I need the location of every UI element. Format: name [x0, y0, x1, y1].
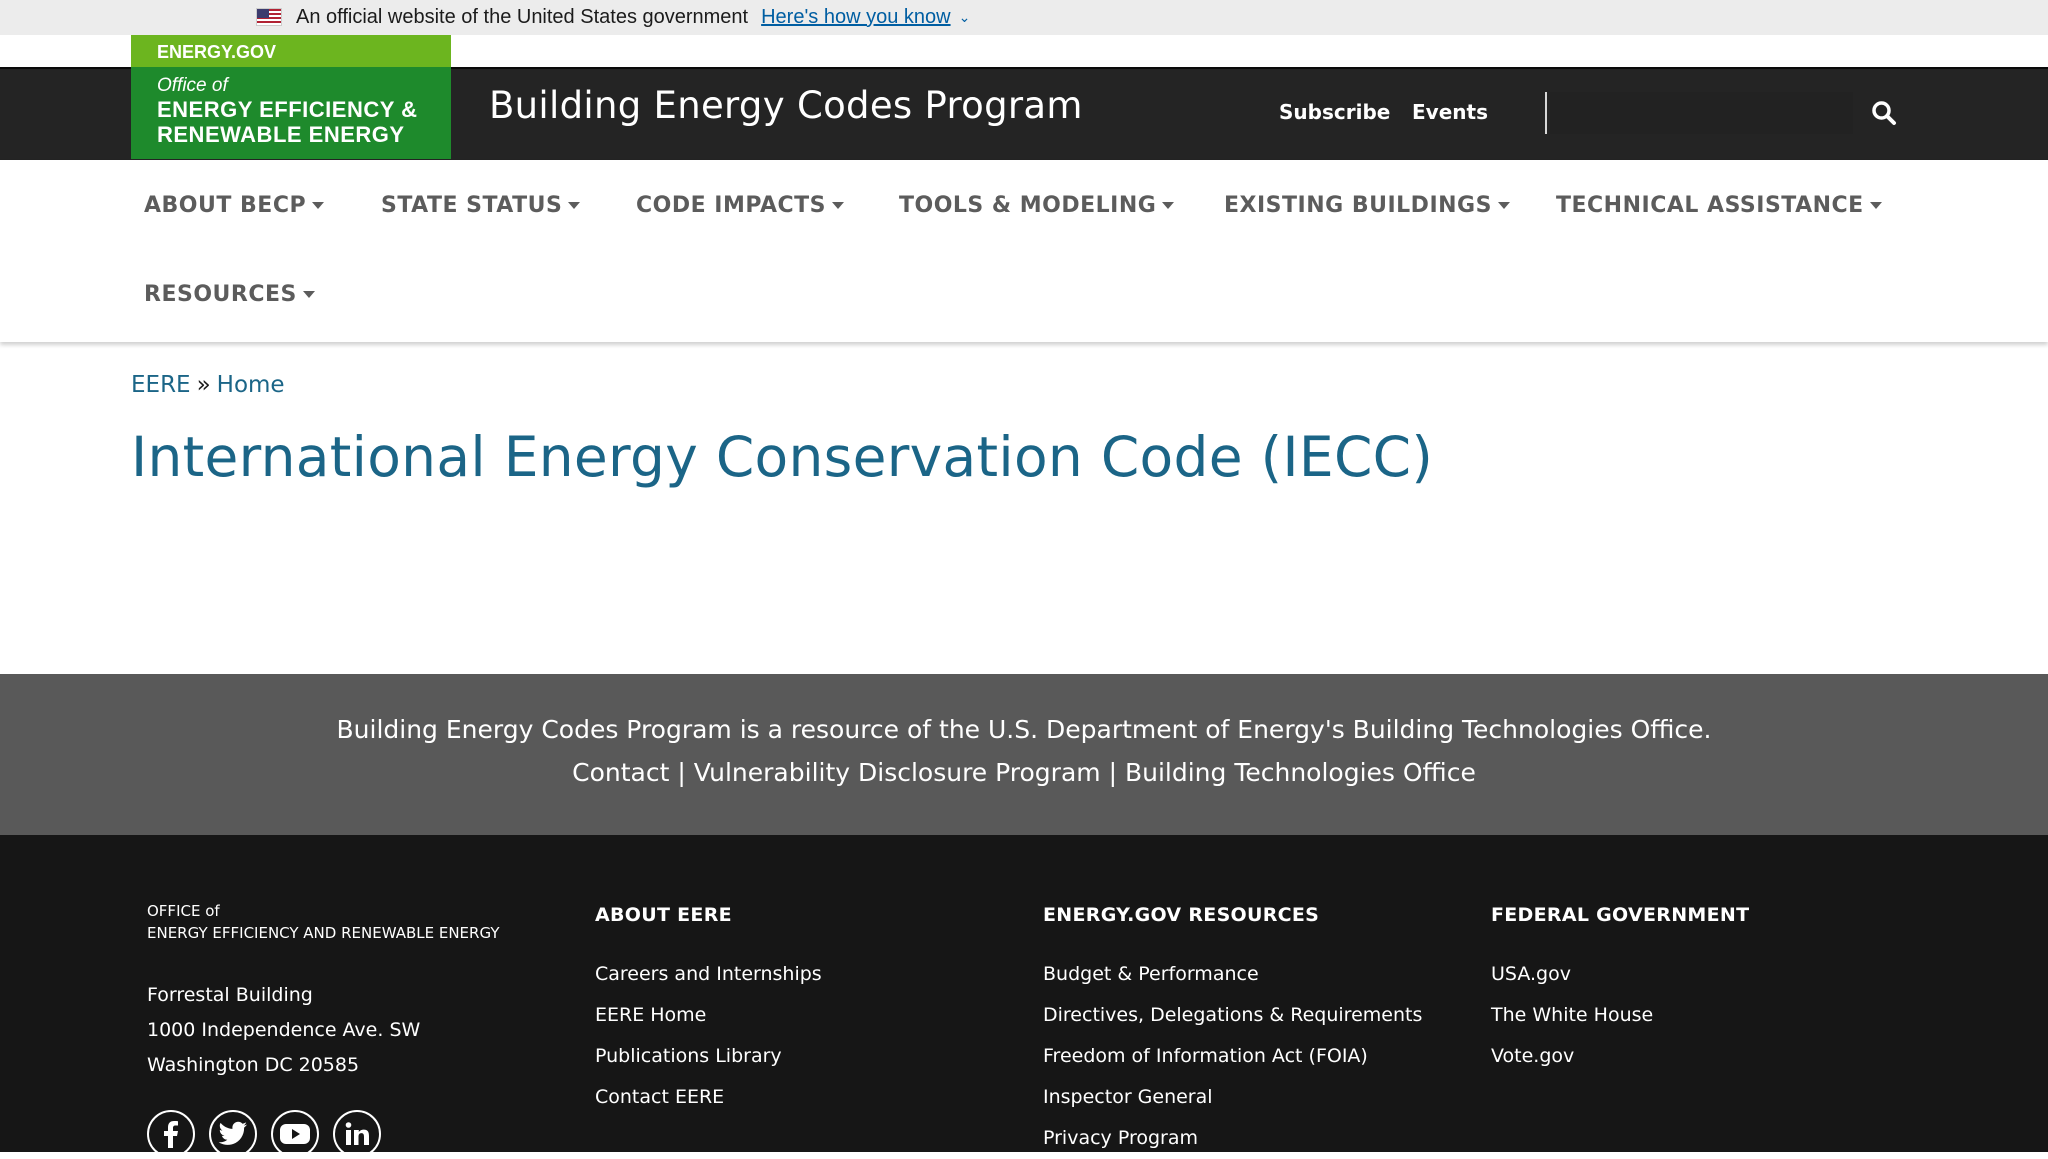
nav-technical-assistance[interactable]: TECHNICAL ASSISTANCE [1556, 193, 1882, 218]
breadcrumb-separator: » [197, 372, 211, 398]
footer-divider: | [1109, 758, 1117, 787]
chevron-down-icon[interactable]: ⌄ [959, 9, 971, 26]
footer-link[interactable]: Careers and Internships [595, 954, 822, 995]
nav-code-impacts[interactable]: CODE IMPACTS [636, 193, 844, 218]
breadcrumb-home[interactable]: Home [217, 372, 285, 398]
caret-down-icon [1498, 202, 1510, 209]
logo-energy-gov: ENERGY.GOV [131, 35, 451, 67]
footer-link[interactable]: Contact EERE [595, 1077, 822, 1118]
heres-how-you-know-link[interactable]: Here's how you know [761, 6, 950, 29]
nav-resources[interactable]: RESOURCES [144, 282, 315, 307]
site-title[interactable]: Building Energy Codes Program [489, 84, 1083, 127]
footer-link[interactable]: USA.gov [1491, 954, 1749, 995]
nav-label: TOOLS & MODELING [899, 193, 1156, 218]
breadcrumb: EERE » Home [131, 372, 285, 398]
footer-col-federal-government: FEDERAL GOVERNMENT USA.gov The White Hou… [1491, 904, 1749, 1077]
page-title: International Energy Conservation Code (… [131, 425, 1433, 489]
footer-link[interactable]: Publications Library [595, 1036, 822, 1077]
caret-down-icon [1162, 202, 1174, 209]
logo-name-line2: RENEWABLE ENERGY [157, 122, 451, 147]
address-line: 1000 Independence Ave. SW [147, 1013, 420, 1048]
breadcrumb-eere[interactable]: EERE [131, 372, 191, 398]
caret-down-icon [832, 202, 844, 209]
search-input[interactable] [1550, 92, 1853, 134]
program-footer-text: Building Energy Codes Program is a resou… [0, 715, 2048, 744]
nav-label: TECHNICAL ASSISTANCE [1556, 193, 1864, 218]
gov-banner: An official website of the United States… [0, 0, 2048, 35]
caret-down-icon [568, 202, 580, 209]
nav-label: RESOURCES [144, 282, 297, 307]
nav-state-status[interactable]: STATE STATUS [381, 193, 580, 218]
footer-link[interactable]: EERE Home [595, 995, 822, 1036]
gov-banner-text: An official website of the United States… [296, 6, 748, 29]
footer-link[interactable]: The White House [1491, 995, 1749, 1036]
main-nav: ABOUT BECP STATE STATUS CODE IMPACTS TOO… [0, 160, 2048, 342]
logo-office-of: Office of [157, 75, 451, 97]
footer-office-name: ENERGY EFFICIENCY AND RENEWABLE ENERGY [147, 922, 500, 944]
gov-banner-inner: An official website of the United States… [256, 3, 970, 31]
contact-link[interactable]: Contact [572, 758, 669, 787]
footer-col-title: ENERGY.GOV RESOURCES [1043, 904, 1422, 926]
footer-link[interactable]: Directives, Delegations & Requirements [1043, 995, 1422, 1036]
twitter-icon[interactable] [209, 1110, 257, 1158]
search-button[interactable] [1862, 92, 1906, 134]
footer-col-about-eere: ABOUT EERE Careers and Internships EERE … [595, 904, 822, 1118]
nav-label: CODE IMPACTS [636, 193, 826, 218]
nav-tools-modeling[interactable]: TOOLS & MODELING [899, 193, 1174, 218]
address-line: Washington DC 20585 [147, 1048, 420, 1083]
caret-down-icon [303, 291, 315, 298]
site-footer: OFFICE of ENERGY EFFICIENCY AND RENEWABL… [0, 835, 2048, 1152]
caret-down-icon [1870, 202, 1882, 209]
program-footer-links: Contact | Vulnerability Disclosure Progr… [0, 758, 2048, 787]
footer-link[interactable]: Budget & Performance [1043, 954, 1422, 995]
footer-link[interactable]: Inspector General [1043, 1077, 1422, 1118]
linkedin-icon[interactable] [333, 1110, 381, 1158]
nav-label: ABOUT BECP [144, 193, 306, 218]
vulnerability-disclosure-link[interactable]: Vulnerability Disclosure Program [694, 758, 1101, 787]
building-technologies-office-link[interactable]: Building Technologies Office [1125, 758, 1476, 787]
eere-logo[interactable]: ENERGY.GOV Office of ENERGY EFFICIENCY &… [131, 35, 451, 159]
subscribe-link[interactable]: Subscribe [1279, 100, 1390, 124]
footer-col-title: ABOUT EERE [595, 904, 822, 926]
footer-col-energy-gov-resources: ENERGY.GOV RESOURCES Budget & Performanc… [1043, 904, 1422, 1159]
facebook-icon[interactable] [147, 1110, 195, 1158]
nav-about-becp[interactable]: ABOUT BECP [144, 193, 324, 218]
program-footer: Building Energy Codes Program is a resou… [0, 674, 2048, 835]
us-flag-icon [256, 8, 282, 26]
footer-office-label: OFFICE of ENERGY EFFICIENCY AND RENEWABL… [147, 900, 500, 944]
footer-link[interactable]: Vote.gov [1491, 1036, 1749, 1077]
address-line: Forrestal Building [147, 978, 420, 1013]
nav-label: EXISTING BUILDINGS [1224, 193, 1492, 218]
logo-office: Office of ENERGY EFFICIENCY & RENEWABLE … [131, 67, 451, 159]
search-icon [1871, 100, 1897, 126]
youtube-icon[interactable] [271, 1110, 319, 1158]
footer-office-top: OFFICE of [147, 900, 500, 922]
search-divider [1545, 92, 1547, 134]
logo-name-line1: ENERGY EFFICIENCY & [157, 97, 451, 122]
events-link[interactable]: Events [1412, 100, 1488, 124]
footer-link[interactable]: Privacy Program [1043, 1118, 1422, 1159]
footer-col-title: FEDERAL GOVERNMENT [1491, 904, 1749, 926]
social-links [147, 1110, 381, 1158]
footer-link[interactable]: Freedom of Information Act (FOIA) [1043, 1036, 1422, 1077]
footer-divider: | [677, 758, 685, 787]
nav-label: STATE STATUS [381, 193, 562, 218]
caret-down-icon [312, 202, 324, 209]
nav-existing-buildings[interactable]: EXISTING BUILDINGS [1224, 193, 1510, 218]
footer-address: Forrestal Building 1000 Independence Ave… [147, 978, 420, 1083]
